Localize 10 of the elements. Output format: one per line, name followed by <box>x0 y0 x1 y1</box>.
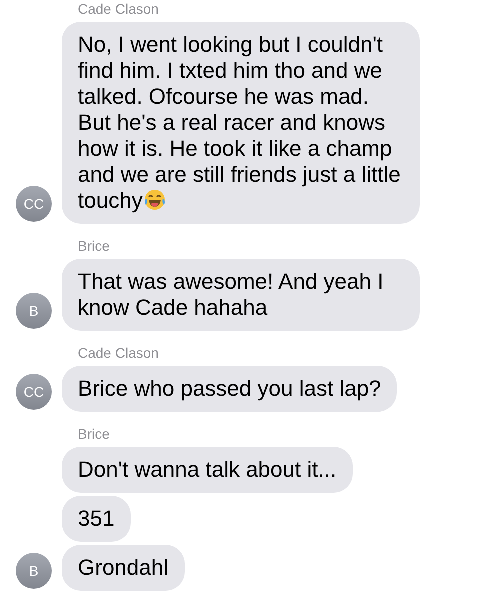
sender-name: Cade Clason <box>78 345 159 361</box>
message-bubble[interactable]: Don't wanna talk about it... <box>62 447 353 493</box>
message-bubble[interactable]: That was awesome! And yeah I know Cade hahaha <box>62 259 420 331</box>
message-bubble[interactable]: No, I went looking but I couldn't find him. I txted him tho and we talked. Ofcourse he was mad. But he's a real racer and knows how it is. He took it like a champ and we are still friends just a little touchy <box>62 22 420 224</box>
message-bubble[interactable]: Grondahl <box>62 545 185 591</box>
sender-name: Brice <box>78 426 110 442</box>
sender-name: Brice <box>78 238 110 254</box>
message-bubble[interactable]: Brice who passed you last lap? <box>62 366 398 412</box>
sender-name: Cade Clason <box>78 1 159 17</box>
message-bubble[interactable]: 351 <box>62 496 131 542</box>
